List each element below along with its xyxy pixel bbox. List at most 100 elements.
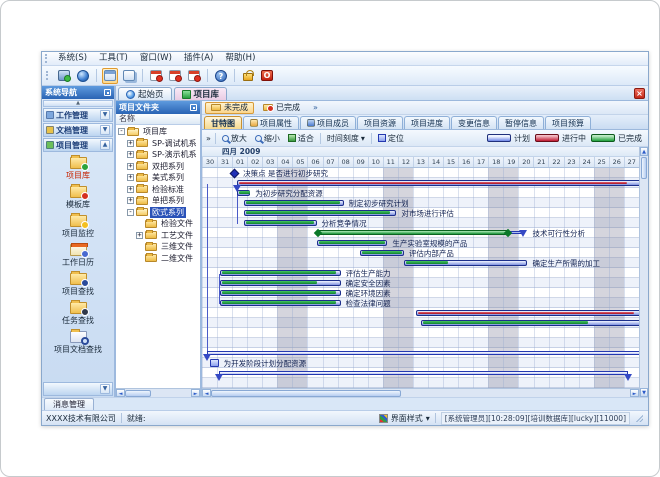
gantt-tab-0[interactable]: 甘特图 xyxy=(204,116,242,129)
scrollbar-track[interactable] xyxy=(640,180,648,388)
sidebar-item-3[interactable]: 工作日历 xyxy=(42,242,114,271)
sidebar-item-2[interactable]: 项目监控 xyxy=(42,213,114,242)
tree-node-5[interactable]: +检验标准 xyxy=(116,184,200,196)
task-bar[interactable] xyxy=(220,270,341,276)
menu-item-4[interactable]: 帮助(H) xyxy=(219,52,261,65)
sidebar-item-6[interactable]: 项目文档查找 xyxy=(42,329,114,358)
sidebar-section-2[interactable]: 项目管理▲ xyxy=(43,138,113,152)
summary-bar-done[interactable] xyxy=(317,230,510,235)
tree-node-8[interactable]: 检验文件 xyxy=(116,218,200,230)
gantt-tab-5[interactable]: 变更信息 xyxy=(451,116,497,129)
toolbar-overflow-button[interactable]: » xyxy=(206,134,211,143)
sidebar-item-0[interactable]: 项目库 xyxy=(42,155,114,184)
tab-project-library[interactable]: 项目库 xyxy=(174,87,228,100)
gantt-horizontal-scrollbar[interactable]: ◄ ► xyxy=(202,388,639,397)
sidebar-section-0[interactable]: 工作管理▼ xyxy=(43,108,113,122)
tree-horizontal-scrollbar[interactable]: ◄ ► xyxy=(116,388,200,397)
globe-button[interactable] xyxy=(75,68,91,84)
scroll-up-icon[interactable]: ▲ xyxy=(640,147,648,156)
tree-node-11[interactable]: 二维文件 xyxy=(116,253,200,265)
expander-icon[interactable]: - xyxy=(118,128,125,135)
task-bar[interactable] xyxy=(404,260,528,266)
scrollbar-thumb[interactable] xyxy=(211,390,401,397)
chevron-down-icon[interactable]: ▼ xyxy=(100,125,110,135)
scroll-down-icon[interactable]: ▼ xyxy=(640,388,648,397)
gantt-tab-7[interactable]: 项目预算 xyxy=(545,116,591,129)
gantt-canvas[interactable]: 决策点 是否进行初步研究为初步研究分配资源制定初步研究计划对市场进行评估分析竞争… xyxy=(202,168,639,388)
close-document-button[interactable]: × xyxy=(634,88,645,99)
tree-node-4[interactable]: +美式系列 xyxy=(116,172,200,184)
lock-button[interactable] xyxy=(240,68,256,84)
tree-node-7[interactable]: -欧式系列 xyxy=(116,207,200,219)
task-bar[interactable] xyxy=(237,180,639,186)
calendar-2-button[interactable] xyxy=(167,68,183,84)
summary-bar-plan[interactable] xyxy=(207,351,639,355)
expander-icon[interactable]: - xyxy=(127,209,134,216)
summary-bar-plan[interactable] xyxy=(219,371,629,375)
zoom-out-button[interactable]: 缩小 xyxy=(253,132,282,145)
task-bar[interactable] xyxy=(244,210,396,216)
task-bar[interactable] xyxy=(416,310,639,316)
gantt-tab-4[interactable]: 项目进度 xyxy=(404,116,450,129)
chevron-down-icon[interactable]: ▼ xyxy=(100,384,110,394)
task-bar[interactable] xyxy=(220,280,341,286)
gantt-tab-1[interactable]: 项目属性 xyxy=(243,116,299,129)
task-box[interactable] xyxy=(210,359,219,367)
chevron-up-icon[interactable]: ▲ xyxy=(100,140,110,150)
filter-incomplete-button[interactable]: 未完成 xyxy=(205,102,254,114)
tab-start-page[interactable]: 起始页 xyxy=(118,87,172,100)
sidebar-item-4[interactable]: 项目查找 xyxy=(42,271,114,300)
tree-node-1[interactable]: +SP-调试机系 xyxy=(116,138,200,150)
window-button[interactable] xyxy=(102,68,118,84)
zoom-in-button[interactable]: 放大 xyxy=(220,132,249,145)
task-bar[interactable] xyxy=(421,320,640,326)
task-bar[interactable] xyxy=(220,300,341,306)
task-bar[interactable] xyxy=(220,290,341,296)
menu-item-0[interactable]: 系统(S) xyxy=(52,52,93,65)
tree-node-10[interactable]: 三维文件 xyxy=(116,241,200,253)
scrollbar-track[interactable] xyxy=(151,389,191,397)
chevron-down-icon[interactable]: ▼ xyxy=(100,110,110,120)
screen-button[interactable] xyxy=(56,68,72,84)
task-bar[interactable] xyxy=(360,250,404,256)
task-bar[interactable] xyxy=(317,240,388,246)
gantt-tab-3[interactable]: 项目资源 xyxy=(357,116,403,129)
scroll-left-icon[interactable]: ◄ xyxy=(116,389,125,397)
sidebar-section-1[interactable]: 文档管理▼ xyxy=(43,123,113,137)
scrollbar-track[interactable] xyxy=(401,389,630,397)
pin-icon[interactable] xyxy=(104,89,111,96)
pin-icon[interactable] xyxy=(190,104,197,111)
gantt-tab-6[interactable]: 暂停信息 xyxy=(498,116,544,129)
resize-grip[interactable] xyxy=(635,414,644,423)
expander-icon[interactable]: + xyxy=(127,197,134,204)
gantt-vertical-scrollbar[interactable]: ▲ ▼ xyxy=(639,147,648,397)
tree-node-0[interactable]: -项目库 xyxy=(116,126,200,138)
task-bar[interactable] xyxy=(244,200,343,206)
tree-node-6[interactable]: +单把系列 xyxy=(116,195,200,207)
help-button[interactable]: ? xyxy=(213,68,229,84)
expander-icon[interactable]: + xyxy=(127,151,134,158)
expander-icon[interactable]: + xyxy=(127,186,134,193)
task-bar[interactable] xyxy=(244,220,316,226)
sidebar-item-5[interactable]: 任务查找 xyxy=(42,300,114,329)
sidebar-scroll-up-button[interactable]: ▲ xyxy=(43,100,113,107)
scrollbar-thumb[interactable] xyxy=(125,390,151,397)
interface-style-button[interactable]: 界面样式 ▾ xyxy=(379,413,430,424)
tree-node-2[interactable]: +SP-演示机系 xyxy=(116,149,200,161)
calendar-3-button[interactable] xyxy=(186,68,202,84)
expander-icon[interactable]: + xyxy=(127,174,134,181)
expander-icon[interactable]: + xyxy=(127,140,134,147)
expander-icon[interactable]: + xyxy=(127,163,134,170)
message-management-tab[interactable]: 消息管理 xyxy=(44,398,94,410)
menu-item-2[interactable]: 窗口(W) xyxy=(134,52,178,65)
scroll-right-icon[interactable]: ► xyxy=(191,389,200,397)
exit-button[interactable]: O xyxy=(259,68,275,84)
sidebar-item-1[interactable]: 模板库 xyxy=(42,184,114,213)
sidebar-section-more[interactable]: ▼ xyxy=(43,382,113,396)
locate-button[interactable]: 定位 xyxy=(376,132,406,145)
menu-item-1[interactable]: 工具(T) xyxy=(93,52,134,65)
more-filters-button[interactable]: » xyxy=(313,103,318,112)
filter-complete-button[interactable]: 已完成 xyxy=(257,102,306,114)
expander-icon[interactable]: + xyxy=(136,232,143,239)
scrollbar-thumb[interactable] xyxy=(641,157,647,179)
